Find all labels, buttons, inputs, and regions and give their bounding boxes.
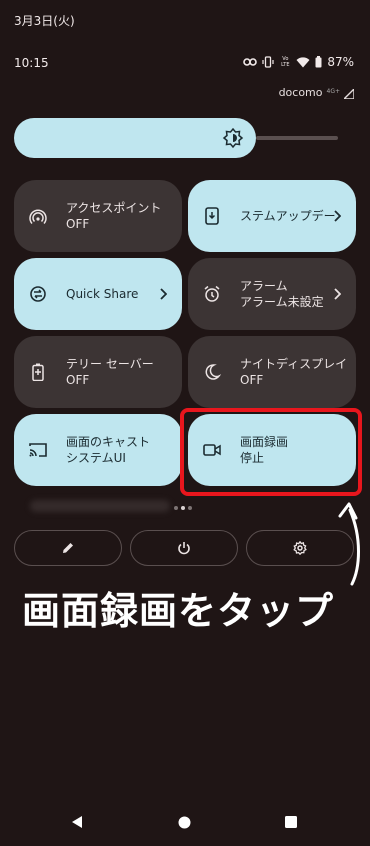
brightness-track[interactable]	[256, 136, 338, 140]
quick-share-icon	[28, 284, 48, 304]
clock: 10:15	[14, 56, 49, 70]
tile-screen-cast[interactable]: 画面のキャスト システムUI	[14, 414, 182, 486]
tile-system-update[interactable]: ステムアップデー	[188, 180, 356, 252]
hotspot-icon	[28, 206, 48, 226]
carrier-name: docomo	[278, 86, 323, 99]
tile-quick-share[interactable]: Quick Share	[14, 258, 182, 330]
alarm-icon	[202, 284, 222, 304]
highlight-box	[180, 408, 362, 496]
wifi-icon	[296, 56, 310, 67]
brightness-slider[interactable]	[14, 118, 256, 158]
tile-title: アクセスポイント	[66, 201, 162, 215]
vibrate-icon	[262, 56, 274, 68]
status-icons: Vo LTE 87%	[243, 55, 354, 69]
tile-title: 画面のキャスト	[66, 435, 151, 449]
network-type: 4G+	[326, 88, 341, 95]
night-display-icon	[202, 362, 222, 382]
volte-icon: Vo LTE	[281, 56, 290, 68]
blurred-footer	[30, 500, 170, 512]
system-update-icon	[202, 206, 222, 226]
page-dot	[174, 506, 178, 510]
battery-percent: 87%	[327, 55, 354, 69]
date-label: 3月3日(火)	[14, 14, 75, 28]
tile-title: テリー セーバー	[66, 357, 154, 371]
tile-alarm[interactable]: アラームアラーム未設定	[188, 258, 356, 330]
tile-title: アラーム	[240, 279, 288, 293]
battery-saver-icon	[28, 362, 48, 382]
tile-title: Quick Share	[66, 287, 139, 301]
page-indicator	[174, 506, 192, 510]
vpn-key-icon	[243, 58, 258, 66]
page-dot	[188, 506, 192, 510]
tile-subtitle: OFF	[66, 373, 90, 387]
chevron-right-icon	[156, 284, 170, 304]
chevron-right-icon	[330, 206, 344, 226]
navigation-bar	[0, 800, 370, 846]
pencil-icon	[63, 543, 73, 553]
chevron-right-icon	[330, 284, 344, 304]
back-icon[interactable]	[70, 814, 84, 830]
tile-subtitle: システムUI	[66, 451, 126, 465]
power-icon	[178, 542, 190, 555]
tile-hotspot[interactable]: アクセスポイント OFF	[14, 180, 182, 252]
instruction-caption: 画面録画をタップ	[22, 589, 335, 633]
tile-battery-saver[interactable]: テリー セーバー OFF	[14, 336, 182, 408]
page-dot-active	[181, 506, 185, 510]
power-button[interactable]	[130, 530, 238, 566]
tile-subtitle: アラーム未設定	[240, 295, 324, 309]
brightness-icon	[222, 127, 244, 149]
cast-icon	[28, 440, 48, 460]
curved-arrow-icon	[338, 502, 360, 586]
recents-icon[interactable]	[285, 816, 297, 828]
tile-subtitle: OFF	[66, 217, 90, 231]
tile-subtitle: OFF	[240, 373, 264, 387]
home-icon[interactable]	[178, 816, 191, 829]
tile-title: ステムアップデー	[240, 209, 336, 223]
carrier-row: docomo 4G+	[279, 86, 354, 99]
gear-icon	[293, 541, 307, 555]
signal-icon	[344, 89, 354, 99]
tile-night-display[interactable]: ナイトディスプレイ OFF	[188, 336, 356, 408]
tile-title: ナイトディスプレイ	[240, 357, 348, 371]
battery-icon	[315, 56, 322, 68]
edit-button[interactable]	[14, 530, 122, 566]
